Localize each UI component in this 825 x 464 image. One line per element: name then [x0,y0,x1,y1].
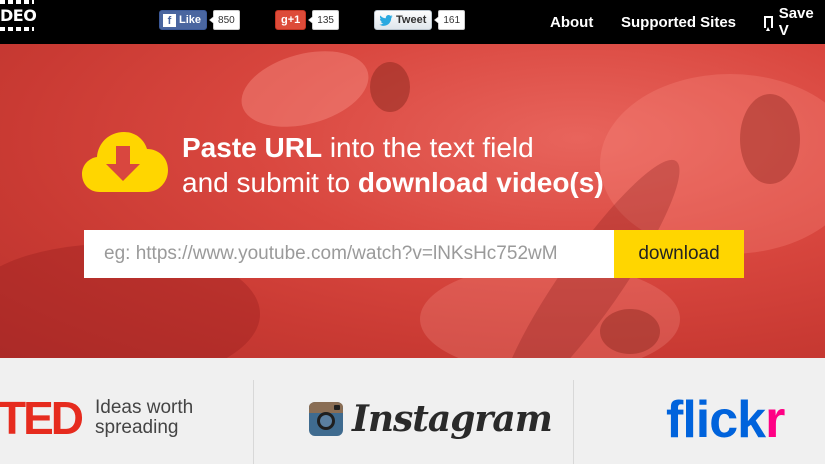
instagram-camera-icon [309,402,343,436]
facebook-like-widget: f Like 850 [159,10,240,30]
cloud-download-icon [82,132,168,192]
twitter-bird-icon [379,14,393,26]
supported-sites-strip: TED Ideas worth spreading Instagram flic… [0,358,825,464]
background-shape [740,94,800,184]
background-shape [600,309,660,354]
top-navbar: DEO f Like 850 g+1 135 Tweet 161 About S… [0,0,825,44]
nav-save-video-link[interactable]: Save V [764,5,825,39]
nav-supported-sites: Supported Sites [621,0,736,44]
headline-line-2: and submit to download video(s) [182,165,604,200]
googleplus-count: 135 [308,10,339,30]
hero-banner: Paste URL into the text field and submit… [0,44,825,358]
instagram-logo[interactable]: Instagram [308,398,553,440]
url-input[interactable] [84,230,614,278]
download-button[interactable]: download [614,230,744,278]
nav-save-video-label: Save V [778,5,814,39]
site-logo[interactable]: DEO [0,0,37,31]
twitter-widget: Tweet 161 [374,10,466,30]
googleplus-button[interactable]: g+1 [275,10,307,30]
ted-tagline-line-2: spreading [95,417,179,438]
flickr-wordmark-blue: flick [666,391,766,449]
googleplus-label: g+1 [281,14,301,26]
googleplus-widget: g+1 135 [275,10,339,30]
ted-logo[interactable]: TED Ideas worth spreading [0,392,193,444]
film-strip-top [0,0,34,4]
flickr-wordmark-pink: r [765,391,785,449]
flickr-logo[interactable]: flickr [666,390,785,450]
nav-supported-sites-link[interactable]: Supported Sites [621,14,736,31]
background-shape [370,62,410,112]
bookmark-icon [764,16,773,31]
divider [573,380,574,464]
url-form: download [84,230,744,278]
tweet-count: 161 [434,10,466,30]
ted-wordmark: TED [0,392,84,444]
headline-bold-download: download video(s) [357,167,604,198]
logo-text: DEO [0,6,37,25]
nav-about-link[interactable]: About [550,14,593,31]
ted-tagline-line-1: Ideas worth [95,397,194,418]
facebook-like-button[interactable]: f Like [159,10,208,30]
headline-text-1: into the text field [322,132,534,163]
facebook-icon: f [163,13,176,27]
nav-save-video: Save V [764,0,825,44]
film-strip-bottom [0,27,34,31]
ted-tagline: Ideas worth spreading [95,398,193,438]
facebook-like-label: Like [179,14,202,26]
headline-bold-paste-url: Paste URL [182,132,323,163]
background-shape [233,44,377,140]
tweet-button[interactable]: Tweet [374,10,433,30]
nav-about: About [550,0,593,44]
hero-headline: Paste URL into the text field and submit… [182,130,604,200]
headline-line-1: Paste URL into the text field [182,130,604,165]
instagram-wordmark: Instagram [352,398,553,440]
headline-text-2: and submit to [182,167,358,198]
facebook-like-count: 850 [209,10,240,30]
tweet-label: Tweet [396,14,427,26]
divider [253,380,254,464]
